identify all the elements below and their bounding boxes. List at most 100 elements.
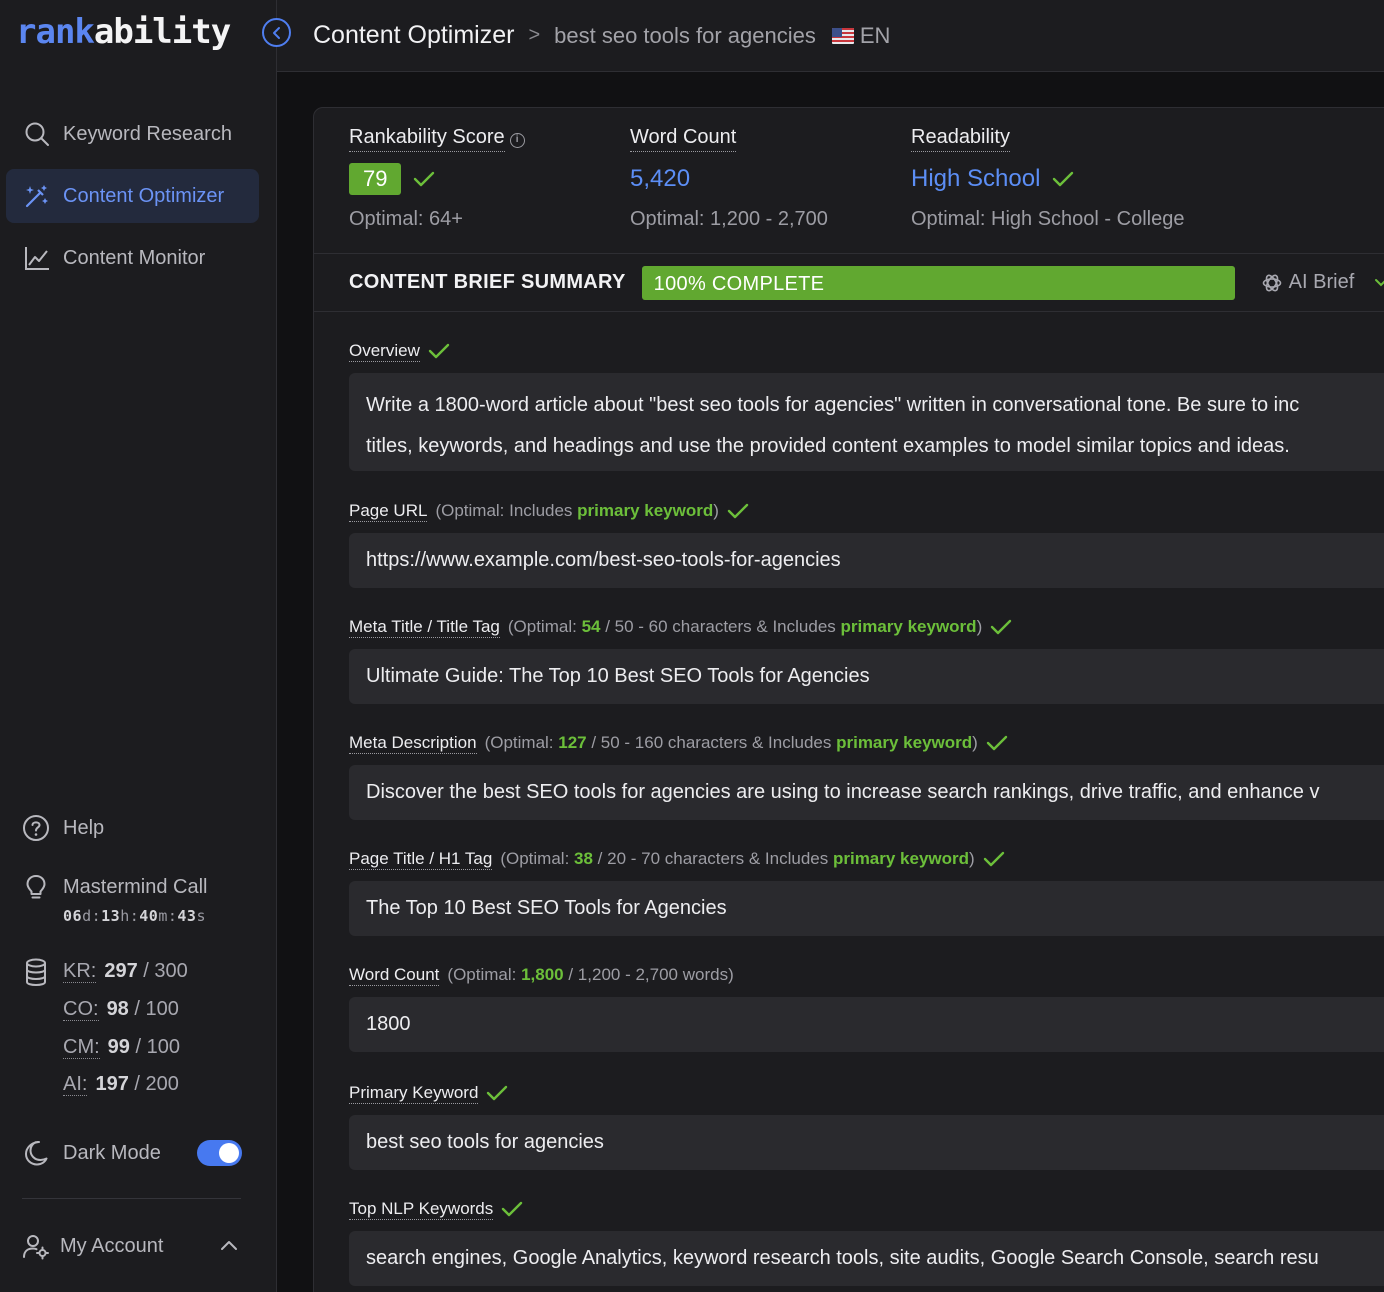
main-content: Rankability Score i 79 Optimal: 64+ Word … [277,72,1384,1292]
page-url-hint: (Optimal: Includes primary keyword) [435,501,718,521]
hint-keyword: primary keyword [836,733,973,752]
page-url-label: Page URL [349,500,428,522]
overview-line-2: titles, keywords, and headings and use t… [366,435,1290,457]
hint-count: 127 [558,733,587,752]
nav-keyword-research[interactable]: Keyword Research [6,107,259,161]
logo[interactable]: rankability [16,12,231,52]
word-count-field-label: Word Count [349,964,440,986]
my-account-label: My Account [60,1235,164,1257]
metric-word-count: Word Count 5,420 Optimal: 1,200 - 2,700 [630,126,828,231]
hint-keyword: primary keyword [840,617,977,636]
info-icon[interactable]: i [509,133,525,148]
mastermind-call[interactable]: Mastermind Call 06d:13h:40m:43s [22,873,207,925]
readability-label: Readability [911,126,1010,152]
moon-icon [22,1139,50,1167]
breadcrumb-keyword[interactable]: best seo tools for agencies [554,23,816,49]
word-count-value: 5,420 [630,165,691,192]
word-count-hint: (Optimal: 1,800 / 1,200 - 2,700 words) [447,965,733,985]
credit-ai-key: AI: [63,1073,88,1096]
field-word-count: Word Count (Optimal: 1,800 / 1,200 - 2,7… [349,963,1384,1052]
primary-keyword-label: Primary Keyword [349,1082,479,1104]
help-link[interactable]: Help [22,814,104,842]
lightbulb-icon [22,873,50,901]
score-badge: 79 [349,163,402,195]
brief-card: Rankability Score i 79 Optimal: 64+ Word … [313,107,1384,1292]
checkmark-icon [1052,170,1074,188]
checkmark-icon [501,1200,523,1218]
app-root: rankability Keyword Research Content Opt… [0,0,1384,1292]
ai-brief-button[interactable]: AI Brief [1261,271,1384,294]
hint-text: / 50 - 60 characters & Includes [600,617,841,636]
magic-wand-icon [23,182,51,210]
mastermind-countdown: 06d:13h:40m:43s [63,907,206,925]
line-chart-icon [23,244,51,272]
logo-part-ability: ability [93,12,231,52]
meta-description-label: Meta Description [349,732,477,754]
field-page-url: Page URL (Optimal: Includes primary keyw… [349,499,1384,588]
hint-text: (Optimal: [484,733,559,752]
us-flag-icon [831,27,854,44]
help-circle-icon [22,814,50,842]
hint-text: (Optimal: [507,617,582,636]
page-title-hint: (Optimal: 38 / 20 - 70 characters & Incl… [500,849,974,869]
countdown-hours: 13 [101,907,121,925]
hint-text: ) [976,617,983,636]
logo-part-rank: rank [16,12,95,52]
credit-co-used: 98 [106,998,129,1020]
credit-cm-key: CM: [63,1036,100,1059]
hint-text: (Optimal: Includes [435,501,578,520]
credit-kr-key: KR: [63,960,97,983]
field-meta-description: Meta Description (Optimal: 127 / 50 - 16… [349,731,1384,820]
overview-label: Overview [349,340,420,362]
nav-keyword-research-label: Keyword Research [63,122,232,145]
credit-kr-total: / 300 [143,960,188,982]
meta-description-value[interactable]: Discover the best SEO tools for agencies… [349,765,1384,820]
nlp-keywords-value[interactable]: search engines, Google Analytics, keywor… [349,1231,1384,1286]
mastermind-text: Mastermind Call 06d:13h:40m:43s [63,873,207,925]
page-url-value[interactable]: https://www.example.com/best-seo-tools-f… [349,533,1384,588]
hint-text: ) [972,733,978,752]
chevron-up-icon[interactable] [220,1238,238,1252]
word-count-field-value[interactable]: 1800 [349,997,1384,1052]
checkmark-icon [486,1084,508,1102]
metric-rankability-score: Rankability Score i 79 Optimal: 64+ [349,126,525,231]
hint-text: / 1,200 - 2,700 words) [563,965,734,984]
nav-content-monitor[interactable]: Content Monitor [6,231,259,285]
database-icon [22,958,50,988]
field-meta-title: Meta Title / Title Tag (Optimal: 54 / 50… [349,615,1384,704]
hint-text: (Optimal: [447,965,522,984]
page-title-h1-value[interactable]: The Top 10 Best SEO Tools for Agencies [349,881,1384,936]
overview-text[interactable]: Write a 1800-word article about "best se… [349,373,1384,471]
sidebar-divider [22,1198,241,1199]
toggle-knob [219,1143,239,1163]
dark-mode-toggle[interactable] [197,1140,242,1166]
nav-content-optimizer[interactable]: Content Optimizer [6,169,259,223]
primary-keyword-value[interactable]: best seo tools for agencies [349,1115,1384,1170]
countdown-minutes: 40 [139,907,159,925]
checkmark-icon [428,342,450,360]
nav-content-monitor-label: Content Monitor [63,246,206,269]
collapse-sidebar-button[interactable] [262,18,291,47]
credit-ai: AI: 197 / 200 [63,1073,179,1096]
hint-count: 54 [581,617,601,636]
meta-description-hint: (Optimal: 127 / 50 - 160 characters & In… [485,733,978,753]
meta-title-value[interactable]: Ultimate Guide: The Top 10 Best SEO Tool… [349,649,1384,704]
countdown-seconds: 43 [177,907,197,925]
brief-summary-title: CONTENT BRIEF SUMMARY [349,271,626,293]
score-optimal: Optimal: 64+ [349,208,463,230]
page-title: Content Optimizer [313,21,515,49]
brief-progress-text: 100% COMPLETE [653,272,825,295]
nav-content-optimizer-label: Content Optimizer [63,184,225,207]
my-account-row[interactable]: My Account [22,1232,241,1260]
field-primary-keyword: Primary Keyword best seo tools for agenc… [349,1081,1384,1170]
hint-count: 38 [574,849,593,868]
chevron-down-icon [1374,278,1384,288]
word-count-label: Word Count [630,126,737,152]
credit-cm-total: / 100 [135,1036,180,1058]
hint-text: / 20 - 70 characters & Includes [592,849,833,868]
dark-mode-label: Dark Mode [63,1142,161,1164]
content-brief-summary-bar: CONTENT BRIEF SUMMARY 100% COMPLETE AI B… [314,253,1384,312]
top-header: Content Optimizer > best seo tools for a… [277,0,1384,72]
chevron-left-icon [271,26,283,40]
language-code[interactable]: EN [860,23,891,49]
